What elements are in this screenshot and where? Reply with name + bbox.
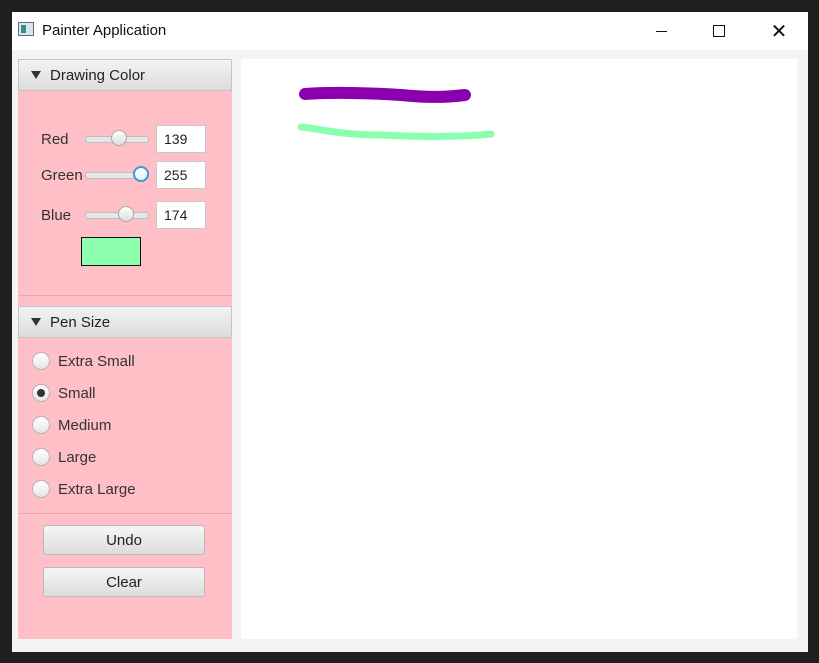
- undo-button[interactable]: Undo: [43, 525, 205, 555]
- collapse-arrow-icon: [31, 318, 41, 326]
- window-title: Painter Application: [42, 22, 167, 39]
- title-bar: Painter Application ✕: [12, 12, 808, 50]
- pen-size-title: Pen Size: [50, 313, 111, 331]
- green-label: Green: [41, 167, 83, 184]
- radio-label: Small: [58, 384, 96, 402]
- section-divider: [18, 513, 232, 514]
- radio-label: Large: [58, 448, 97, 466]
- drawing-color-header[interactable]: Drawing Color: [18, 59, 232, 91]
- green-stroke: [297, 123, 495, 140]
- pen-size-header[interactable]: Pen Size: [18, 306, 232, 338]
- close-button[interactable]: ✕: [750, 12, 808, 50]
- pen-size-option-extra-large[interactable]: Extra Large: [32, 478, 136, 500]
- clear-button[interactable]: Clear: [43, 567, 205, 597]
- radio-button[interactable]: [32, 352, 50, 370]
- drawing-color-title: Drawing Color: [50, 66, 146, 84]
- radio-label: Extra Large: [58, 480, 136, 498]
- radio-label: Medium: [58, 416, 112, 434]
- green-slider[interactable]: [85, 163, 149, 187]
- control-panel: Drawing Color Red 139 Green 255 Blue 174…: [18, 59, 232, 639]
- red-slider-thumb[interactable]: [111, 130, 127, 146]
- radio-button[interactable]: [32, 384, 50, 402]
- close-icon: ✕: [770, 19, 788, 43]
- minimize-button[interactable]: [632, 12, 690, 50]
- radio-button[interactable]: [32, 480, 50, 498]
- section-divider: [18, 295, 232, 296]
- color-swatch: [81, 237, 141, 266]
- red-value-field[interactable]: 139: [156, 125, 206, 153]
- purple-stroke: [299, 86, 471, 103]
- red-label: Red: [41, 131, 69, 148]
- pen-size-option-small[interactable]: Small: [32, 382, 96, 404]
- maximize-icon: [713, 25, 725, 37]
- pen-size-option-extra-small[interactable]: Extra Small: [32, 350, 135, 372]
- pen-size-option-large[interactable]: Large: [32, 446, 96, 468]
- drawing-surface: [297, 86, 495, 140]
- radio-label: Extra Small: [58, 352, 135, 370]
- blue-slider-thumb[interactable]: [118, 206, 134, 222]
- pen-size-option-medium[interactable]: Medium: [32, 414, 111, 436]
- collapse-arrow-icon: [31, 71, 41, 79]
- app-icon: [18, 22, 34, 36]
- blue-value-field[interactable]: 174: [156, 201, 206, 229]
- app-window: Painter Application ✕ Drawing Color Red …: [12, 12, 808, 652]
- radio-button[interactable]: [32, 416, 50, 434]
- blue-slider[interactable]: [85, 203, 149, 227]
- green-slider-thumb[interactable]: [133, 166, 149, 182]
- blue-slider-track: [85, 212, 149, 219]
- red-slider[interactable]: [85, 127, 149, 151]
- green-value-field[interactable]: 255: [156, 161, 206, 189]
- radio-button[interactable]: [32, 448, 50, 466]
- minimize-icon: [655, 30, 667, 32]
- blue-label: Blue: [41, 207, 72, 224]
- drawing-canvas[interactable]: [241, 59, 797, 639]
- maximize-button[interactable]: [690, 12, 748, 50]
